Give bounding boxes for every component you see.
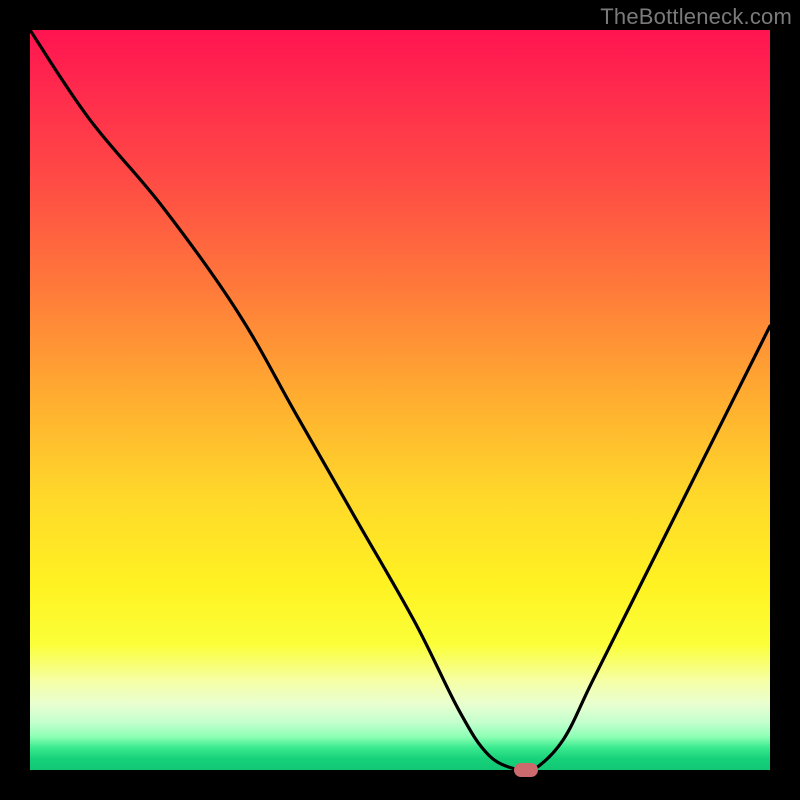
plot-area xyxy=(30,30,770,770)
chart-stage: TheBottleneck.com xyxy=(0,0,800,800)
bottleneck-curve-path xyxy=(30,30,770,773)
optimal-marker xyxy=(514,763,538,777)
watermark-text: TheBottleneck.com xyxy=(600,4,792,30)
curve-svg xyxy=(30,30,770,770)
